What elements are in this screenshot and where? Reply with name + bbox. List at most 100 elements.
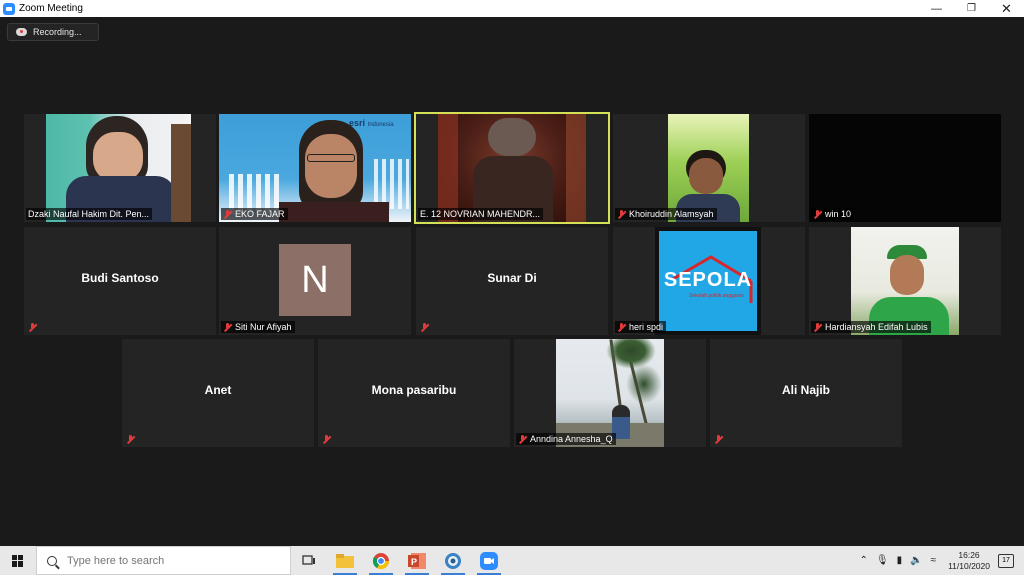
folder-icon xyxy=(336,553,354,568)
title-bar: Zoom Meeting — ❐ ✕ xyxy=(0,0,1024,17)
wifi-icon[interactable]: ≈ xyxy=(931,555,937,566)
participant-name-center: Sunar Di xyxy=(487,271,537,285)
close-icon: ✕ xyxy=(1001,0,1012,16)
participant-name: Khoiruddin Alamsyah xyxy=(629,209,714,219)
muted-mic-icon xyxy=(223,209,232,219)
muted-mic-icon xyxy=(322,435,331,444)
task-view-icon xyxy=(302,554,315,565)
participant-name-caption: Siti Nur Afiyah xyxy=(221,321,295,333)
participant-name-center: Anet xyxy=(204,383,232,397)
participant-name-center: Budi Santoso xyxy=(81,271,159,285)
clock-time: 16:26 xyxy=(958,549,980,560)
muted-mic-icon xyxy=(813,209,822,219)
participant-tile[interactable]: Sunar Di xyxy=(416,227,608,335)
clock[interactable]: 16:26 11/10/2020 xyxy=(948,550,990,572)
participant-tile[interactable]: Anndina Annesha_Q xyxy=(514,339,706,447)
chevron-up-icon[interactable]: ⌃ xyxy=(860,555,868,566)
muted-mic-icon xyxy=(617,322,626,332)
muted-mic-icon xyxy=(617,209,626,219)
participant-tile[interactable]: Hardiansyah Edifah Lubis xyxy=(809,227,1001,335)
zoom-taskbar-button[interactable] xyxy=(471,546,507,575)
restore-icon: ❐ xyxy=(967,3,976,14)
recording-indicator[interactable]: Recording... xyxy=(7,23,99,41)
participant-name: EKO FAJAR xyxy=(235,209,285,219)
participant-tile[interactable]: Mona pasaribu xyxy=(318,339,510,447)
participant-name: Hardiansyah Edifah Lubis xyxy=(825,322,928,332)
participant-video: SEPOLA Sekolah politik anggaran xyxy=(655,227,761,335)
participant-tile[interactable]: N Siti Nur Afiyah xyxy=(219,227,411,335)
muted-mic-icon xyxy=(223,322,232,332)
participant-name-center: Mona pasaribu xyxy=(371,383,457,397)
close-button[interactable]: ✕ xyxy=(989,0,1024,17)
battery-icon[interactable]: ▮ xyxy=(897,555,903,566)
file-explorer-button[interactable] xyxy=(327,546,363,575)
participant-video xyxy=(46,114,191,222)
minimize-button[interactable]: — xyxy=(919,0,954,17)
participant-name-caption: Khoiruddin Alamsyah xyxy=(615,208,717,220)
participant-name-caption: Hardiansyah Edifah Lubis xyxy=(811,321,931,333)
participant-tile[interactable]: esri Indonesia EKO FAJAR xyxy=(219,114,411,222)
participant-tile[interactable]: Dzaki Naufal Hakim Dit. Pen... xyxy=(24,114,216,222)
participant-name-center: Ali Najib xyxy=(781,383,830,397)
windows-logo-icon xyxy=(12,554,24,567)
avatar: N xyxy=(279,244,351,316)
clock-date: 11/10/2020 xyxy=(948,560,990,571)
app-button[interactable] xyxy=(435,546,471,575)
search-input[interactable] xyxy=(67,554,267,567)
powerpoint-icon: P xyxy=(408,552,426,569)
window-controls: — ❐ ✕ xyxy=(919,0,1024,17)
system-tray: ⌃ 🎙 ▮ 🔈 ≈ 16:26 11/10/2020 17 xyxy=(856,546,1024,575)
recording-label: Recording... xyxy=(33,27,82,37)
participant-name: Anndina Annesha_Q xyxy=(530,434,613,444)
taskbar-search[interactable] xyxy=(36,546,291,575)
muted-mic-icon xyxy=(518,434,527,444)
participant-tile[interactable]: Budi Santoso xyxy=(24,227,216,335)
participant-tile[interactable]: Ali Najib xyxy=(710,339,902,447)
participant-tile[interactable]: win 10 xyxy=(809,114,1001,222)
participant-name: win 10 xyxy=(825,209,852,219)
chrome-button[interactable] xyxy=(363,546,399,575)
app-circle-icon xyxy=(445,552,461,569)
participant-tile[interactable]: Anet xyxy=(122,339,314,447)
task-view-button[interactable] xyxy=(291,546,327,575)
chrome-icon xyxy=(372,552,390,569)
muted-mic-icon xyxy=(28,323,37,332)
minimize-icon: — xyxy=(931,2,942,15)
cloud-record-icon xyxy=(16,28,27,36)
search-icon xyxy=(47,555,57,566)
participant-name-caption: EKO FAJAR xyxy=(221,208,288,220)
participant-name-caption: heri spdi xyxy=(615,321,667,333)
participant-video xyxy=(438,114,586,222)
participant-name-caption: Anndina Annesha_Q xyxy=(516,433,616,445)
volume-icon[interactable]: 🔈 xyxy=(910,555,922,566)
participant-name: heri spdi xyxy=(629,322,664,332)
muted-mic-icon xyxy=(813,322,822,332)
participant-video xyxy=(668,114,749,222)
start-button[interactable] xyxy=(0,546,36,575)
svg-text:P: P xyxy=(411,557,417,567)
participant-tile[interactable]: Khoiruddin Alamsyah xyxy=(613,114,805,222)
restore-button[interactable]: ❐ xyxy=(954,0,989,17)
participant-name: Dzaki Naufal Hakim Dit. Pen... xyxy=(28,209,150,219)
zoom-app-icon xyxy=(3,2,15,15)
participant-video: esri Indonesia xyxy=(219,114,411,222)
powerpoint-button[interactable]: P xyxy=(399,546,435,575)
participant-name: E. 12 NOVRIAN MAHENDR... xyxy=(420,209,541,219)
notification-icon[interactable]: 17 xyxy=(998,553,1014,568)
participant-video xyxy=(556,339,664,447)
window-title: Zoom Meeting xyxy=(19,3,83,14)
participant-name-caption: E. 12 NOVRIAN MAHENDR... xyxy=(418,208,544,220)
participant-name-caption: Dzaki Naufal Hakim Dit. Pen... xyxy=(26,208,153,220)
participant-tile[interactable]: SEPOLA Sekolah politik anggaran heri spd… xyxy=(613,227,805,335)
muted-mic-icon xyxy=(714,435,723,444)
sepola-logo: SEPOLA Sekolah politik anggaran xyxy=(659,231,757,331)
participant-video xyxy=(851,227,959,335)
zoom-icon xyxy=(480,551,498,570)
muted-mic-icon xyxy=(420,323,429,332)
microphone-icon[interactable]: 🎙 xyxy=(876,555,889,566)
muted-mic-icon xyxy=(126,435,135,444)
participant-name: Siti Nur Afiyah xyxy=(235,322,292,332)
meeting-stage: Recording... Dzaki Naufal Hakim Dit. Pen… xyxy=(0,17,1024,546)
windows-taskbar: P ⌃ 🎙 ▮ 🔈 ≈ 16:26 11/10/2020 17 xyxy=(0,546,1024,575)
participant-tile-active-speaker[interactable]: E. 12 NOVRIAN MAHENDR... xyxy=(414,112,610,224)
